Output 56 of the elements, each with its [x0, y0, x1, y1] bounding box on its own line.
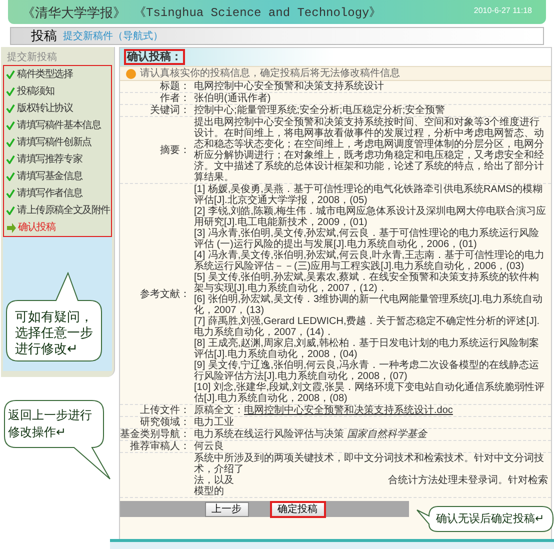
- callout-text: 可如有疑问，选择任意一步进行修改↵: [15, 309, 94, 357]
- step-link[interactable]: 请填写推荐专家: [17, 154, 82, 165]
- date-time: 2010-6-27 11:18: [474, 5, 532, 17]
- action-button[interactable]: 上一步: [204, 502, 248, 516]
- field-label: 关键词：: [150, 105, 190, 116]
- field-value: 系统中所涉及到的两项关键技术，即中文分词技术和检索技术。针对中文分词技术，介绍了: [194, 453, 544, 475]
- field-label: 基金类别导航：: [120, 429, 190, 440]
- callout-text: 确认无误后确定投稿↵: [436, 512, 545, 527]
- field-label: 作者：: [160, 93, 190, 104]
- reference-item: [2] 李锐,刘皓,陈颖,梅生伟．城市电网应急体系设计及深圳电网大停电联合演习应用研究[J].电工电能新技术，2009，(01): [194, 206, 548, 228]
- field-value: 控制中心;能量管理系统;安全分析;电压稳定分析;安全预警: [194, 105, 446, 116]
- field-label: 参考文献：: [140, 288, 190, 300]
- step-link[interactable]: 投稿须知: [17, 86, 54, 97]
- step-link[interactable]: 请上传原稿全文及附件: [17, 205, 110, 216]
- notice-text: 请认真核实你的投稿信息，确定投稿后将无法修改稿件信息: [140, 66, 400, 80]
- field-value: 模型的: [194, 486, 224, 497]
- step-link[interactable]: 请填写稿件基本信息: [17, 120, 101, 131]
- field-label: 摘要：: [160, 144, 190, 156]
- arrow-icon: [6, 222, 16, 232]
- warning-icon: [126, 68, 136, 78]
- reference-item: [7] 薛禹胜,刘强,Gerard LEDWICH,费越．关于暂态稳定不确定性分析的评述[J].电力系统自动化，2007，(14)．: [194, 316, 541, 338]
- reference-item: [8] 王成亮,赵渊,周家启,刘威,韩松柏．基于日发电计划的电力系统运行风险制案评估[J].电力系统自动化，2008，(04): [194, 338, 540, 360]
- page-title: 投稿: [31, 27, 57, 46]
- field-value: 何云良: [194, 441, 225, 452]
- field-value: 合统计方法处理未登录词。针对检索: [388, 475, 548, 486]
- step-link[interactable]: 确认投稿: [18, 222, 56, 233]
- step-link[interactable]: 版权转让协议: [17, 103, 73, 114]
- field-label: 研究领域：: [140, 417, 190, 428]
- step-link[interactable]: 请填写基金信息: [17, 171, 82, 182]
- reference-item: [9] 吴文传,宁辽逸,张伯明,何云良,冯永青．一种考虑二次设备模型的在线静态运行风险评估方法[J].电力系统自动化，2008，(07): [194, 360, 540, 382]
- journal-title: 《清华大学学报》: [22, 4, 126, 22]
- step-link[interactable]: 请填写稿件创新点: [17, 137, 92, 148]
- field-value: 原稿全文：: [194, 405, 244, 416]
- journal-subtitle: 《Tsinghua Science and Technology》: [134, 5, 382, 22]
- action-button[interactable]: 确定投稿: [270, 502, 324, 516]
- sidebar-title: 提交新投稿: [6, 50, 58, 65]
- field-value: 张伯明(通讯作者): [194, 93, 272, 104]
- field-value: 电力工业: [194, 417, 235, 428]
- reference-item: [4] 冯永青,吴文传,张伯明,孙宏斌,何云良,叶永青,王志南．基于可信性理论的电力系统运行风险评估－－(三)应用与工程实践[J].电力系统自动化，2006，(03): [194, 250, 546, 272]
- step-link[interactable]: 请填写作者信息: [17, 188, 82, 199]
- callout-text: 返回上一步进行修改操作↵: [8, 407, 93, 441]
- section-title: 确认投稿：: [124, 49, 185, 65]
- field-value: 提出电网控制中心安全预警和决策支持系统按时间、空间和对象等3个维度进行设计。在时间维上，将电网事故看做事件的发展过程，分析中考虑电网暂态、动态和稳态等状态变化；在空间维上，考虑电网调度管理体制的分层分区，电网分析应分解协调进行；在对象维上，既考虑功角稳定和电压稳定，又考虑安全和经济。文中描述了系统的总体设计框架和功能，论述了系统的特点，给出了部分计算结果。: [194, 117, 545, 183]
- reference-item: [3] 冯永青,张伯明,吴文传,孙宏斌,何云良．基于可信性理论的电力系统运行风险评估 (一)运行风险的提出与发展[J].电力系统自动化，2006，(01): [194, 228, 540, 250]
- field-value: 电网控制中心安全预警和决策支持系统设计: [194, 81, 385, 92]
- reference-item: [1] 杨媛,吴俊勇,吴燕．基于可信性理论的电气化铁路牵引供电系统RAMS的模糊评估[J].北京交通大学学报，2008，(05): [194, 184, 542, 206]
- field-value: 电力系统在线运行风险评估与决策 国家自然科学基金: [194, 429, 428, 440]
- field-label: 标题：: [160, 81, 190, 92]
- reference-item: [6] 张伯明,孙宏斌,吴文传．3维协调的新一代电网能量管理系统[J].电力系统自动化，2007，(13): [194, 294, 544, 316]
- field-label: 推荐审稿人：: [130, 441, 190, 452]
- reference-item: [10] 刘念,张建华,段斌,刘文霞,张昊．网络环境下变电站自动化通信系统脆弱性评估[J].电力系统自动化，2008，(08): [194, 382, 546, 404]
- file-link[interactable]: 电网控制中心安全预警和决策支持系统设计.doc: [244, 405, 453, 416]
- field-value: 法，以及: [194, 475, 234, 486]
- reference-item: [5] 吴文传,张伯明,孙宏斌,吴素农,蔡斌．在线安全预警和决策支持系统的软件构架与实现[J].电力系统自动化，2007，(12)．: [194, 272, 540, 294]
- field-label: 上传文件：: [140, 405, 190, 416]
- step-link[interactable]: 稿件类型选择: [17, 69, 73, 80]
